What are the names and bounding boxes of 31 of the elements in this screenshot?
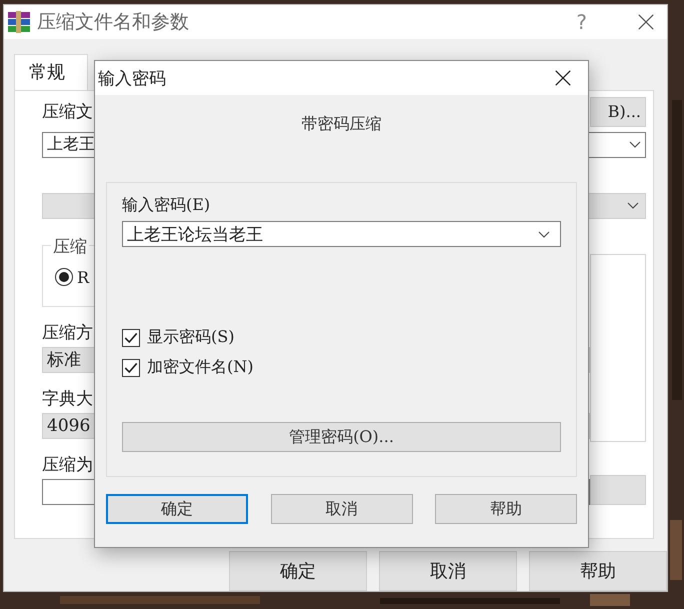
dialog-button[interactable]: 帮助 xyxy=(529,551,667,591)
tab[interactable]: 常规 xyxy=(14,54,88,90)
dialog-button[interactable]: 取消 xyxy=(270,494,412,524)
browse-button[interactable]: B)... xyxy=(590,96,646,127)
radio-label: R xyxy=(77,268,90,287)
help-button[interactable]: ? xyxy=(576,10,587,34)
chevron-icon xyxy=(629,141,641,148)
dialog-button[interactable]: 确定 xyxy=(229,551,367,591)
dialog-button[interactable]: 确定 xyxy=(106,494,248,524)
books-icon xyxy=(7,10,31,33)
field-label: 压缩方 xyxy=(42,322,93,344)
dialog-title: 输入密码 xyxy=(98,68,166,90)
dialog-button[interactable]: 取消 xyxy=(379,551,517,591)
dialog-heading: 带密码压缩 xyxy=(302,114,382,133)
window-title: 压缩文件名和参数 xyxy=(37,10,190,35)
field-label: 压缩为 xyxy=(42,454,93,476)
chevron-icon xyxy=(627,202,639,210)
chevron-icon xyxy=(538,230,550,238)
checkbox[interactable] xyxy=(122,358,140,376)
checkbox-label: 显示密码(S) xyxy=(147,327,234,348)
dialog-button[interactable]: 帮助 xyxy=(435,494,577,524)
checkbox-label: 加密文件名(N) xyxy=(147,357,254,378)
field-label: 压缩文 xyxy=(42,101,93,124)
manage-passwords-button[interactable]: 管理密码(O)... xyxy=(122,422,561,452)
close-icon[interactable] xyxy=(637,12,655,31)
field-label: 字典大 xyxy=(42,388,93,410)
radio-button[interactable] xyxy=(55,268,73,286)
close-icon[interactable] xyxy=(554,69,572,87)
password-field[interactable]: 上老王论坛当老王 xyxy=(122,221,561,247)
checkbox[interactable] xyxy=(122,328,140,346)
field-label: 输入密码(E) xyxy=(122,195,210,216)
